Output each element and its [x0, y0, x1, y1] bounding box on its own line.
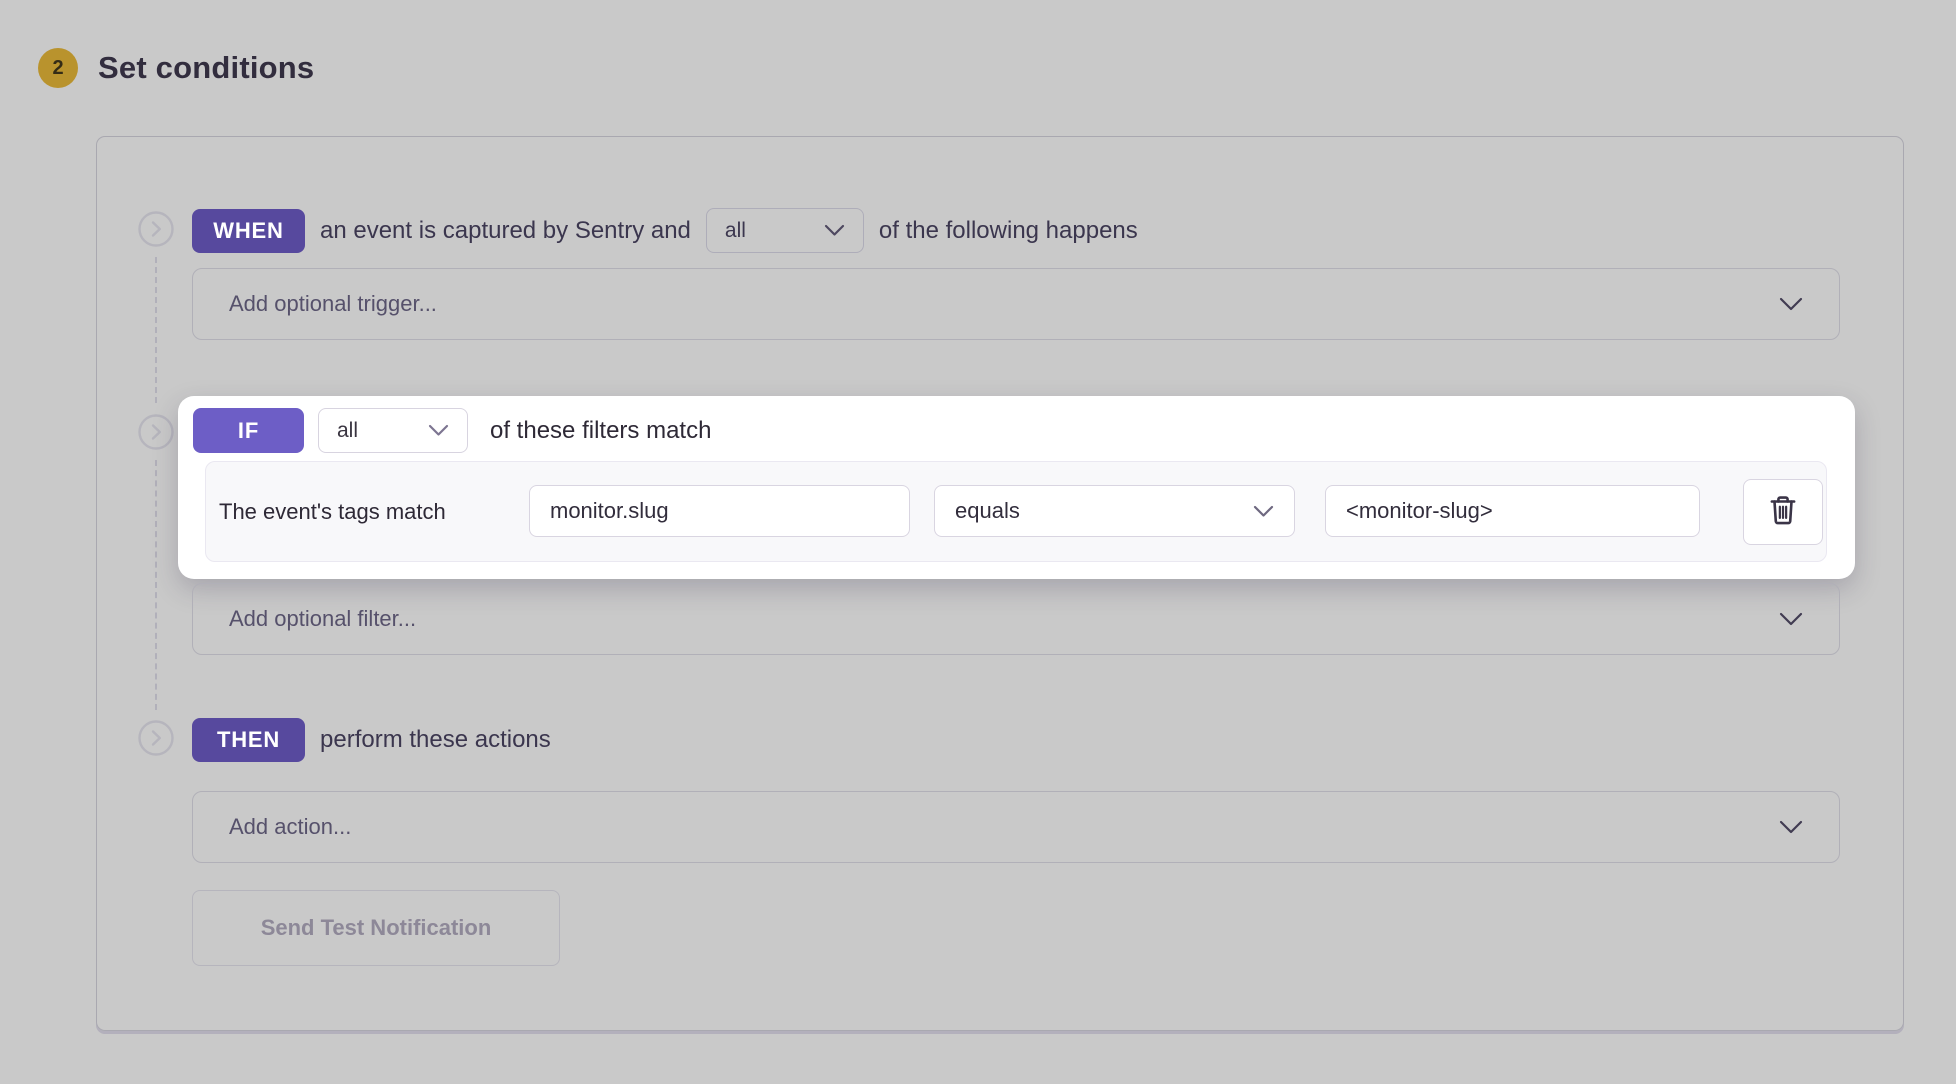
if-row: IF all of these filters match — [193, 408, 726, 453]
chevron-right-circle-icon — [137, 413, 175, 451]
chevron-down-icon — [1779, 291, 1803, 317]
when-aggregate-value: all — [725, 219, 746, 243]
filter-match-select[interactable]: equals — [934, 485, 1295, 537]
chevron-down-icon — [1779, 606, 1803, 632]
chevron-down-icon — [824, 224, 845, 237]
if-aggregate-value: all — [337, 419, 358, 443]
filter-match-value: equals — [955, 498, 1020, 524]
add-optional-trigger-placeholder: Add optional trigger... — [229, 291, 437, 317]
when-text-before: an event is captured by Sentry and — [320, 217, 691, 245]
when-text-after: of the following happens — [879, 217, 1138, 245]
add-optional-trigger-select[interactable]: Add optional trigger... — [192, 268, 1840, 340]
if-step-marker — [137, 413, 175, 451]
step-connector-line — [155, 460, 157, 710]
add-optional-filter-placeholder: Add optional filter... — [229, 606, 416, 632]
filter-value-input[interactable] — [1325, 485, 1700, 537]
when-aggregate-select[interactable]: all — [706, 208, 864, 253]
step-header: 2 Set conditions — [38, 48, 314, 88]
chevron-right-circle-icon — [137, 719, 175, 757]
filter-condition-label: The event's tags match — [219, 462, 446, 561]
then-badge: THEN — [192, 718, 305, 762]
if-text-after: of these filters match — [490, 417, 711, 445]
page-title: Set conditions — [98, 50, 314, 86]
delete-filter-button[interactable] — [1743, 479, 1823, 545]
filter-row: The event's tags match equals — [205, 461, 1827, 562]
then-step-marker — [137, 719, 175, 757]
chevron-down-icon — [1253, 498, 1274, 524]
step-connector-line — [155, 257, 157, 403]
step-number-badge: 2 — [38, 48, 78, 88]
chevron-right-circle-icon — [137, 210, 175, 248]
add-action-placeholder: Add action... — [229, 814, 351, 840]
chevron-down-icon — [1779, 814, 1803, 840]
if-aggregate-select[interactable]: all — [318, 408, 468, 453]
chevron-down-icon — [428, 424, 449, 437]
add-action-select[interactable]: Add action... — [192, 791, 1840, 863]
then-row: THEN perform these actions — [192, 717, 566, 762]
add-optional-filter-select[interactable]: Add optional filter... — [192, 583, 1840, 655]
when-row: WHEN an event is captured by Sentry and … — [192, 208, 1153, 253]
when-step-marker — [137, 210, 175, 248]
filter-key-input[interactable] — [529, 485, 910, 537]
send-test-notification-button[interactable]: Send Test Notification — [192, 890, 560, 966]
when-badge: WHEN — [192, 209, 305, 253]
if-filters-card: IF all of these filters match The event'… — [178, 396, 1855, 579]
trash-icon — [1767, 493, 1799, 532]
if-badge: IF — [193, 408, 304, 453]
then-text-after: perform these actions — [320, 726, 551, 754]
